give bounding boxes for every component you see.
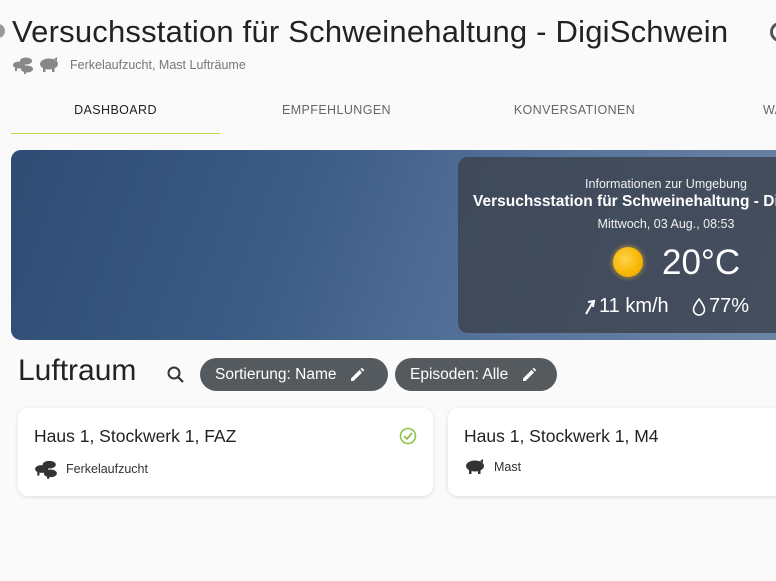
page-title: Versuchsstation für Schweinehaltung - Di…: [12, 14, 729, 49]
card-type: Mast: [464, 459, 521, 475]
pig-icon: [466, 459, 484, 474]
edit-icon: [351, 367, 365, 381]
back-icon[interactable]: [0, 24, 5, 38]
piglets-icon: [13, 57, 33, 74]
tab-konversationen[interactable]: KONVERSATIONEN: [470, 90, 679, 134]
episode-chip[interactable]: Episoden: Alle: [395, 358, 557, 391]
check-circle-icon: [399, 427, 417, 445]
tab-dashboard[interactable]: DASHBOARD: [11, 90, 220, 134]
pig-icon: [40, 57, 58, 72]
weather-station: Versuchsstation für Schweinehaltung - Di…: [473, 193, 776, 210]
droplet-icon: [692, 297, 706, 316]
section-title: Luftraum: [18, 354, 137, 387]
tab-bar: DASHBOARD EMPFEHLUNGEN KONVERSATIONEN WA: [0, 90, 776, 134]
search-icon[interactable]: [165, 364, 187, 386]
airspace-card[interactable]: Haus 1, Stockwerk 1, FAZ Ferkelaufzucht: [18, 408, 433, 496]
weather-heading: Informationen zur Umgebung: [585, 177, 747, 191]
sun-icon: [613, 247, 643, 277]
weather-humidity: 77%: [692, 295, 749, 318]
humidity-value: 77%: [709, 295, 750, 317]
card-type-label: Ferkelaufzucht: [66, 462, 148, 476]
weather-card: Informationen zur Umgebung Versuchsstati…: [458, 157, 776, 333]
weather-temperature: 20°C: [662, 243, 741, 282]
weather-banner: Informationen zur Umgebung Versuchsstati…: [11, 150, 776, 340]
episode-chip-label: Episoden: Alle: [410, 365, 509, 383]
weather-wind: 11 km/h: [584, 295, 669, 318]
edit-icon: [523, 367, 537, 381]
settings-icon[interactable]: [770, 22, 776, 42]
weather-date: Mittwoch, 03 Aug., 08:53: [597, 217, 735, 231]
card-title: Haus 1, Stockwerk 1, FAZ: [34, 426, 237, 446]
card-type-label: Mast: [494, 460, 522, 474]
subtitle-text: Ferkelaufzucht, Mast Lufträume: [70, 58, 246, 72]
piglets-icon: [35, 460, 57, 479]
page-subtitle: Ferkelaufzucht, Mast Lufträume: [12, 56, 246, 74]
sort-chip[interactable]: Sortierung: Name: [200, 358, 388, 391]
card-title: Haus 1, Stockwerk 1, M4: [464, 426, 659, 446]
wind-value: 11 km/h: [599, 295, 669, 317]
tab-empfehlungen[interactable]: EMPFEHLUNGEN: [232, 90, 441, 134]
airspace-card[interactable]: Haus 1, Stockwerk 1, M4 Mast: [448, 408, 776, 496]
wind-direction-icon: [585, 299, 596, 315]
tab-wa[interactable]: WA: [763, 90, 776, 134]
sort-chip-label: Sortierung: Name: [215, 365, 337, 383]
card-type: Ferkelaufzucht: [34, 459, 148, 479]
